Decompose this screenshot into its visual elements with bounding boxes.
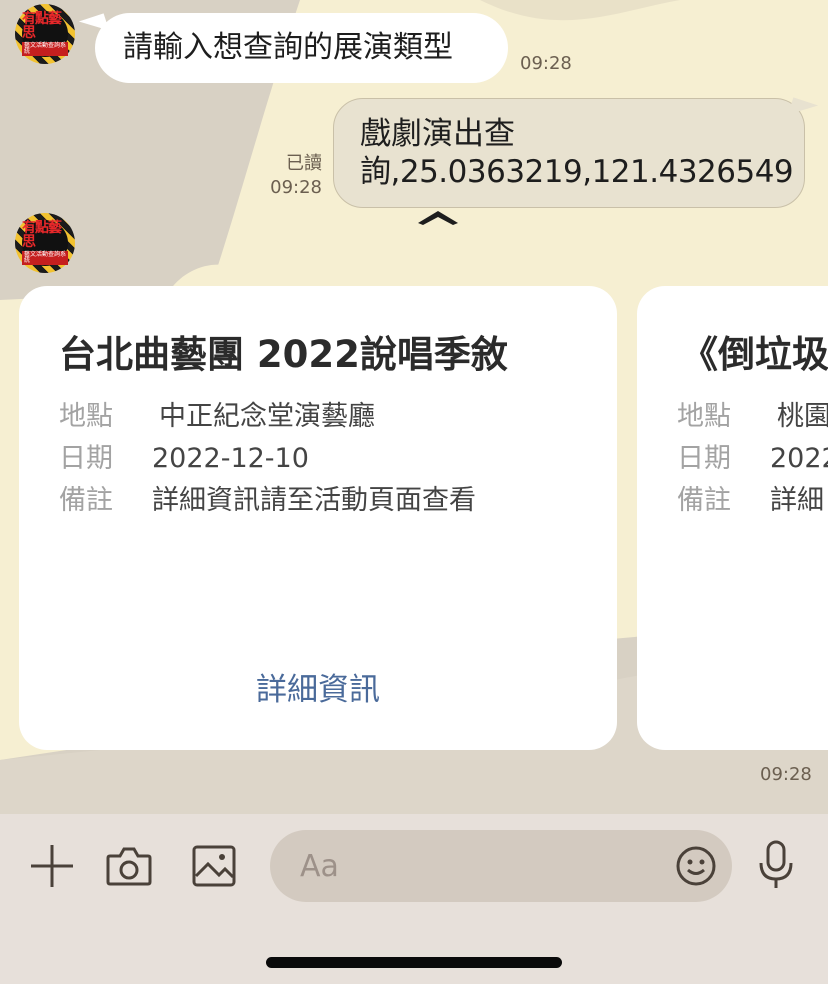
scroll-down-chevron-icon[interactable] — [415, 205, 461, 227]
details-link-button[interactable]: 詳細資訊 — [19, 664, 617, 709]
event-date-row: 日期 2022 — [677, 436, 828, 475]
read-status: 已讀 — [286, 153, 322, 174]
event-title: 台北曲藝團 2022說唱季敘 — [59, 333, 508, 376]
event-note-row: 備註 詳細資訊請至活動頁面查看 — [59, 478, 476, 517]
event-location-row: 地點 中正紀念堂演藝廳 — [59, 394, 375, 433]
event-note-row: 備註 詳細 — [677, 478, 824, 517]
bot-avatar[interactable]: 有點藝思 藝文活動查詢系統 — [15, 213, 75, 273]
date-label: 日期 — [59, 443, 113, 474]
date-label: 日期 — [677, 443, 731, 474]
incoming-message-bubble[interactable]: 請輸入想查詢的展演類型 — [95, 13, 508, 83]
outgoing-message-bubble[interactable]: 戲劇演出查 詢,25.0363219,121.4326549 — [333, 98, 805, 208]
event-note: 詳細 — [770, 485, 824, 516]
outgoing-message-line-2: 詢,25.0363219,121.4326549 — [360, 154, 794, 190]
emoji-icon[interactable] — [674, 844, 718, 888]
event-location: 中正紀念堂演藝廳 — [159, 401, 375, 432]
plus-icon[interactable] — [28, 842, 76, 890]
avatar-logo-text: 有點藝思 — [22, 220, 62, 250]
event-location: 桃園 — [777, 401, 828, 432]
event-location-row: 地點 桃園 — [677, 394, 828, 433]
note-label: 備註 — [59, 485, 113, 516]
event-note: 詳細資訊請至活動頁面查看 — [152, 485, 476, 516]
image-icon[interactable] — [190, 842, 238, 890]
location-label: 地點 — [59, 401, 113, 432]
event-date-row: 日期 2022-12-10 — [59, 436, 309, 475]
carousel-time: 09:28 — [760, 764, 812, 785]
bot-avatar[interactable]: 有點藝思 藝文活動查詢系統 — [15, 4, 75, 64]
event-card[interactable]: 《倒垃圾 地點 桃園 日期 2022 備註 詳細 — [637, 286, 828, 750]
message-time: 09:28 — [520, 53, 572, 74]
home-indicator[interactable] — [266, 957, 562, 968]
outgoing-message-line-1: 戲劇演出查 — [360, 116, 515, 152]
microphone-icon[interactable] — [752, 838, 800, 892]
incoming-message-text: 請輸入想查詢的展演類型 — [123, 30, 453, 65]
event-date: 2022 — [770, 443, 828, 474]
avatar-logo-subtext: 藝文活動查詢系統 — [22, 42, 68, 56]
event-card[interactable]: 台北曲藝團 2022說唱季敘 地點 中正紀念堂演藝廳 日期 2022-12-10 備… — [19, 286, 617, 750]
avatar-logo-subtext: 藝文活動查詢系統 — [22, 251, 68, 265]
location-label: 地點 — [677, 401, 731, 432]
read-receipt: 已讀 09:28 — [250, 152, 322, 200]
message-time: 09:28 — [270, 177, 322, 198]
avatar-logo-text: 有點藝思 — [22, 11, 62, 41]
camera-icon[interactable] — [105, 842, 153, 890]
note-label: 備註 — [677, 485, 731, 516]
event-title: 《倒垃圾 — [681, 333, 828, 376]
event-date: 2022-12-10 — [152, 443, 309, 474]
message-input[interactable] — [270, 830, 732, 902]
